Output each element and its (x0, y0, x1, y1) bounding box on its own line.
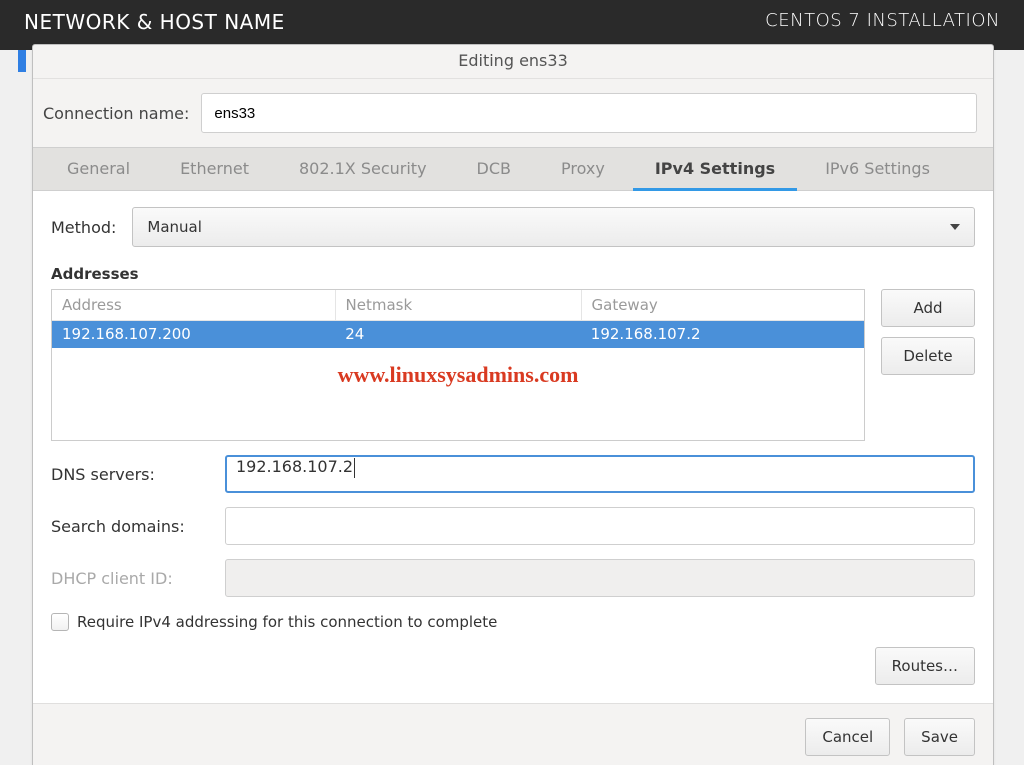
dns-row: DNS servers: 192.168.107.2 (51, 455, 975, 493)
tab-ipv4-settings[interactable]: IPv4 Settings (633, 149, 797, 191)
connection-name-row: Connection name: (33, 79, 993, 147)
settings-tabs: General Ethernet 802.1X Security DCB Pro… (33, 147, 993, 191)
dialog-footer: Cancel Save (33, 703, 993, 765)
method-select-value: Manual (147, 218, 202, 236)
page-title: NETWORK & HOST NAME (24, 10, 285, 34)
connection-name-input[interactable] (201, 93, 977, 133)
require-ipv4-checkbox[interactable] (51, 613, 69, 631)
installer-topbar: NETWORK & HOST NAME CENTOS 7 INSTALLATIO… (0, 0, 1024, 50)
dns-label: DNS servers: (51, 465, 211, 484)
dhcp-client-id-row: DHCP client ID: (51, 559, 975, 597)
addresses-header: Address Netmask Gateway (52, 290, 864, 321)
selection-strip (18, 50, 26, 72)
method-select[interactable]: Manual (132, 207, 975, 247)
delete-button[interactable]: Delete (881, 337, 975, 375)
ipv4-panel: Method: Manual Addresses Address Netmask… (33, 191, 993, 703)
routes-button[interactable]: Routes… (875, 647, 975, 685)
tab-ethernet[interactable]: Ethernet (158, 149, 271, 191)
col-header-gateway: Gateway (582, 290, 865, 320)
cell-netmask: 24 (335, 321, 581, 348)
search-domains-label: Search domains: (51, 517, 211, 536)
tab-ipv6-settings[interactable]: IPv6 Settings (803, 149, 952, 191)
col-header-netmask: Netmask (336, 290, 582, 320)
chevron-down-icon (950, 224, 960, 230)
dns-input[interactable]: 192.168.107.2 (225, 455, 975, 493)
col-header-address: Address (52, 290, 336, 320)
tab-general[interactable]: General (45, 149, 152, 191)
require-ipv4-row[interactable]: Require IPv4 addressing for this connect… (51, 613, 975, 631)
installer-brand: CENTOS 7 INSTALLATION (765, 10, 1000, 31)
method-row: Method: Manual (51, 207, 975, 247)
dns-value: 192.168.107.2 (236, 457, 353, 476)
addresses-block: Address Netmask Gateway 192.168.107.200 … (51, 289, 975, 441)
addresses-heading: Addresses (51, 265, 975, 283)
connection-name-label: Connection name: (43, 104, 189, 123)
dhcp-client-id-input (225, 559, 975, 597)
tab-proxy[interactable]: Proxy (539, 149, 627, 191)
method-label: Method: (51, 218, 116, 237)
search-domains-row: Search domains: (51, 507, 975, 545)
cell-address: 192.168.107.200 (52, 321, 335, 348)
cancel-button[interactable]: Cancel (805, 718, 890, 756)
watermark-text: www.linuxsysadmins.com (52, 362, 864, 388)
search-domains-input[interactable] (225, 507, 975, 545)
require-ipv4-label: Require IPv4 addressing for this connect… (77, 613, 497, 631)
add-button[interactable]: Add (881, 289, 975, 327)
text-caret-icon (354, 458, 355, 478)
edit-connection-dialog: Editing ens33 Connection name: General E… (32, 44, 994, 765)
dhcp-client-id-label: DHCP client ID: (51, 569, 211, 588)
routes-row: Routes… (51, 647, 975, 685)
save-button[interactable]: Save (904, 718, 975, 756)
tab-8021x-security[interactable]: 802.1X Security (277, 149, 449, 191)
tab-dcb[interactable]: DCB (455, 149, 533, 191)
addresses-buttons: Add Delete (881, 289, 975, 441)
table-row[interactable]: 192.168.107.200 24 192.168.107.2 (52, 321, 864, 348)
dialog-title: Editing ens33 (33, 45, 993, 79)
cell-gateway: 192.168.107.2 (581, 321, 864, 348)
addresses-table[interactable]: Address Netmask Gateway 192.168.107.200 … (51, 289, 865, 441)
